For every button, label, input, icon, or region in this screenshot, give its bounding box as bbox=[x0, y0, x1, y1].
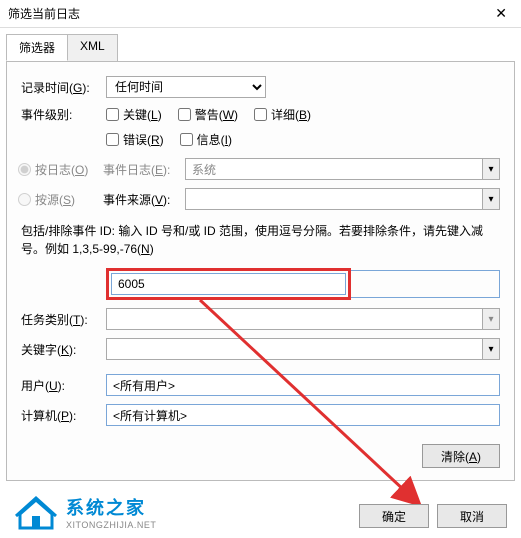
eventid-input-ext[interactable] bbox=[351, 270, 500, 298]
source-dropdown-icon[interactable]: ▾ bbox=[482, 188, 500, 210]
window-title: 筛选当前日志 bbox=[8, 5, 80, 22]
chk-verbose[interactable]: 详细(B) bbox=[254, 106, 311, 123]
chk-warning[interactable]: 警告(W) bbox=[178, 106, 238, 123]
label-source: 事件来源(V): bbox=[103, 191, 185, 208]
eventid-input[interactable] bbox=[111, 273, 346, 295]
label-taskcat: 任务类别(T): bbox=[21, 311, 106, 328]
chk-info[interactable]: 信息(I) bbox=[180, 131, 232, 148]
label-keywords: 关键字(K): bbox=[21, 341, 106, 358]
radio-bylog: 按日志(O) bbox=[18, 161, 103, 178]
label-level: 事件级别: bbox=[21, 106, 106, 123]
label-eventlog: 事件日志(E): bbox=[103, 161, 185, 178]
highlight-box bbox=[106, 268, 351, 300]
radio-bysource: 按源(S) bbox=[18, 191, 103, 208]
tab-xml[interactable]: XML bbox=[67, 34, 118, 61]
label-computer: 计算机(P): bbox=[21, 407, 106, 424]
logged-select[interactable]: 任何时间 bbox=[106, 76, 266, 98]
ok-button[interactable]: 确定 bbox=[359, 504, 429, 528]
clear-button[interactable]: 清除(A) bbox=[422, 444, 500, 468]
help-text: 包括/排除事件 ID: 输入 ID 号和/或 ID 范围，使用逗号分隔。若要排除… bbox=[21, 222, 500, 258]
source-select[interactable] bbox=[185, 188, 483, 210]
computer-input[interactable] bbox=[106, 404, 500, 426]
close-icon[interactable]: ✕ bbox=[489, 3, 513, 24]
keywords-select[interactable] bbox=[106, 338, 483, 360]
eventlog-select: 系统 bbox=[185, 158, 483, 180]
tab-filter[interactable]: 筛选器 bbox=[6, 34, 68, 61]
logo-subtitle: XITONGZHIJIA.NET bbox=[66, 520, 156, 530]
user-input[interactable] bbox=[106, 374, 500, 396]
cancel-button[interactable]: 取消 bbox=[437, 504, 507, 528]
chk-critical[interactable]: 关键(L) bbox=[106, 106, 162, 123]
eventlog-dropdown-icon: ▾ bbox=[482, 158, 500, 180]
chk-error[interactable]: 错误(R) bbox=[106, 131, 164, 148]
taskcat-select bbox=[106, 308, 483, 330]
watermark-logo: 系统之家 XITONGZHIJIA.NET bbox=[14, 494, 156, 530]
label-user: 用户(U): bbox=[21, 377, 106, 394]
house-icon bbox=[14, 494, 58, 530]
taskcat-dropdown-icon: ▾ bbox=[482, 308, 500, 330]
logo-title: 系统之家 bbox=[66, 494, 156, 520]
keywords-dropdown-icon[interactable]: ▾ bbox=[482, 338, 500, 360]
label-logged: 记录时间(G): bbox=[21, 79, 106, 96]
